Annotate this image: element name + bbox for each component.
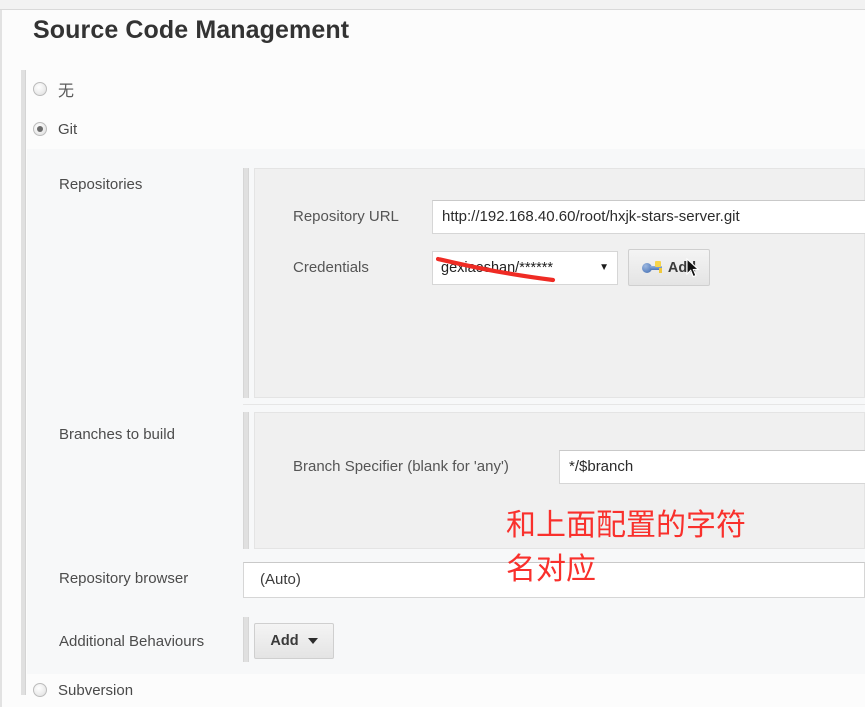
radio-dot-selected-icon [33, 122, 47, 136]
add-behaviour-button[interactable]: Add [254, 623, 334, 659]
label-branches-to-build: Branches to build [59, 426, 175, 443]
repositories-panel-handle[interactable] [243, 168, 249, 398]
branches-panel-handle[interactable] [243, 412, 249, 549]
scm-radio-none-label: 无 [58, 83, 75, 100]
left-page-border [0, 10, 2, 707]
additional-behaviours-panel [254, 617, 865, 662]
add-behaviour-button-label: Add [270, 633, 299, 649]
key-icon [641, 260, 662, 275]
scm-configuration-page: Source Code Management 无 Git Subversion … [0, 0, 865, 707]
credentials-select-value: gexiaoshan/****** [441, 260, 554, 276]
label-additional-behaviours: Additional Behaviours [59, 633, 205, 650]
annotation-note: 和上面配置的字符 名对应 [506, 508, 746, 587]
additional-behaviours-handle[interactable] [243, 617, 249, 662]
caret-down-icon [307, 638, 318, 644]
label-repositories: Repositories [59, 176, 143, 193]
scm-radio-subversion[interactable]: Subversion [33, 679, 133, 701]
top-strip [0, 0, 865, 9]
section-guide-bar [21, 70, 26, 695]
radio-dot-icon [33, 82, 47, 96]
label-repository-browser: Repository browser [59, 570, 189, 587]
radio-dot-icon [33, 683, 47, 697]
branch-specifier-input[interactable]: */$branch [559, 450, 865, 484]
branches-top-divider [243, 404, 865, 405]
credentials-select[interactable]: gexiaoshan/****** ▼ [432, 251, 618, 285]
scm-radio-subversion-label: Subversion [58, 681, 134, 699]
label-credentials: Credentials [293, 259, 369, 276]
scm-radio-none[interactable]: 无 [33, 78, 74, 100]
scm-radio-git-label: Git [58, 120, 78, 138]
repository-url-input[interactable]: http://192.168.40.60/root/hxjk-stars-ser… [432, 200, 865, 234]
page-title: Source Code Management [33, 16, 350, 44]
chevron-down-icon: ▼ [599, 262, 609, 273]
label-repository-url: Repository URL [293, 208, 399, 225]
label-branch-specifier: Branch Specifier (blank for 'any') [293, 458, 509, 475]
scm-radio-git[interactable]: Git [33, 118, 77, 140]
top-divider [0, 9, 865, 10]
